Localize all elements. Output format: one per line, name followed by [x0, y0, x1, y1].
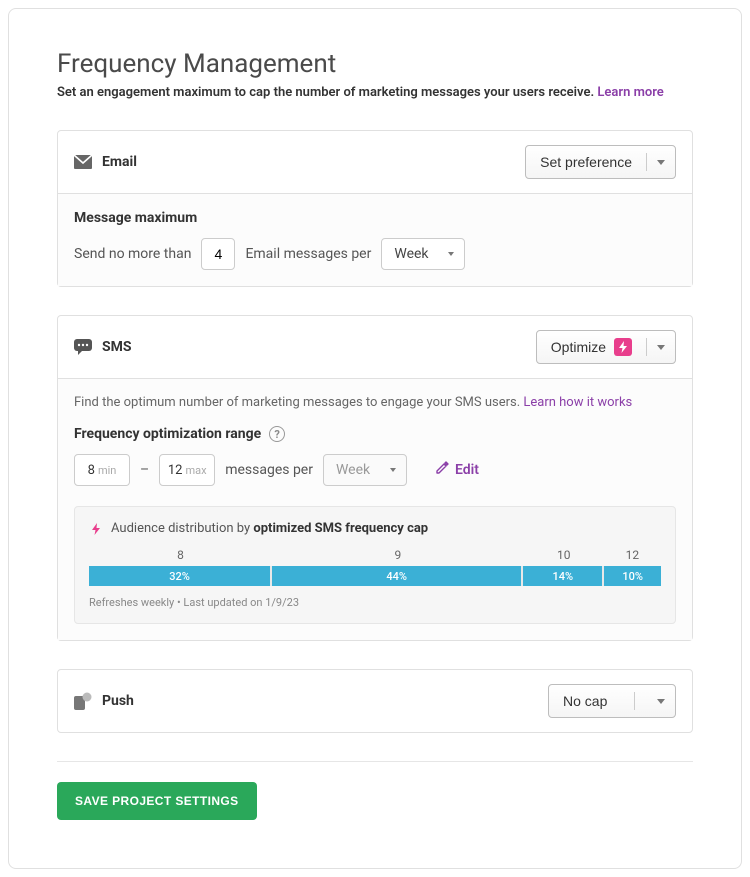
push-label: Push	[102, 693, 134, 709]
bolt-icon	[89, 522, 103, 536]
sms-panel-body: Find the optimum number of marketing mes…	[58, 379, 692, 640]
send-prefix-text: Send no more than	[74, 246, 191, 262]
sms-max-value: 12	[168, 463, 183, 478]
sms-icon	[74, 339, 92, 355]
distribution-segment: 14%	[523, 566, 602, 586]
distribution-labels: 891012	[89, 548, 661, 562]
push-panel-head: Push No cap	[58, 670, 692, 732]
chevron-down-icon	[448, 252, 454, 256]
chevron-down-icon	[657, 345, 665, 350]
push-preference-label: No cap	[563, 693, 607, 709]
sms-preference-dropdown[interactable]: Optimize	[536, 330, 676, 364]
sms-min-value: 8	[88, 463, 95, 478]
sms-label: SMS	[102, 339, 132, 355]
email-preference-dropdown[interactable]: Set preference	[525, 145, 676, 179]
distribution-bucket-label: 10	[524, 548, 604, 562]
help-icon[interactable]: ?	[269, 426, 285, 442]
sms-max-input[interactable]: 12 max	[159, 454, 215, 486]
frequency-range-label: Frequency optimization range ?	[74, 426, 676, 442]
sms-panel-title: SMS	[74, 339, 132, 355]
pencil-icon	[435, 461, 449, 479]
message-maximum-label: Message maximum	[74, 210, 676, 226]
dropdown-divider	[634, 692, 635, 710]
email-panel-title: Email	[74, 154, 137, 170]
push-panel: Push No cap	[57, 669, 693, 733]
audience-title: Audience distribution by optimized SMS f…	[89, 521, 661, 536]
sms-panel: SMS Optimize Find the optimum number of …	[57, 315, 693, 641]
save-project-settings-button[interactable]: SAVE PROJECT SETTINGS	[57, 782, 257, 820]
bolt-icon	[614, 338, 632, 356]
distribution-bar: 32%44%14%10%	[89, 566, 661, 586]
edit-label: Edit	[455, 462, 479, 478]
learn-how-link[interactable]: Learn how it works	[523, 395, 632, 410]
email-max-input[interactable]	[201, 238, 235, 270]
distribution-segment: 32%	[89, 566, 270, 586]
audience-title-prefix: Audience distribution by	[111, 521, 253, 536]
distribution-segment: 10%	[604, 566, 661, 586]
sms-period-value: Week	[336, 462, 370, 478]
sms-description-text: Find the optimum number of marketing mes…	[74, 395, 523, 410]
section-divider	[57, 761, 693, 762]
chevron-down-icon	[657, 699, 665, 704]
chevron-down-icon	[657, 160, 665, 165]
sms-description: Find the optimum number of marketing mes…	[74, 395, 676, 410]
email-panel-body: Message maximum Send no more than Email …	[58, 194, 692, 286]
subtitle-text: Set an engagement maximum to cap the num…	[57, 85, 597, 100]
distribution-segment: 44%	[272, 566, 521, 586]
sms-period-select[interactable]: Week	[323, 454, 407, 486]
dropdown-divider	[646, 338, 647, 356]
email-period-value: Week	[394, 246, 428, 262]
range-dash: –	[140, 462, 149, 478]
email-preference-label: Set preference	[540, 154, 632, 170]
distribution-bucket-label: 8	[89, 548, 272, 562]
email-panel-head: Email Set preference	[58, 131, 692, 194]
max-unit: max	[185, 464, 206, 477]
chevron-down-icon	[390, 468, 396, 472]
sms-panel-head: SMS Optimize	[58, 316, 692, 379]
distribution-bucket-label: 12	[604, 548, 661, 562]
settings-card: Frequency Management Set an engagement m…	[8, 8, 742, 869]
push-panel-title: Push	[74, 692, 134, 710]
refresh-note: Refreshes weekly • Last updated on 1/9/2…	[89, 596, 661, 609]
send-suffix-text: Email messages per	[245, 246, 371, 262]
frequency-range-text: Frequency optimization range	[74, 426, 261, 442]
email-max-row: Send no more than Email messages per Wee…	[74, 238, 676, 270]
push-preference-dropdown[interactable]: No cap	[548, 684, 676, 718]
email-panel: Email Set preference Message maximum Sen…	[57, 130, 693, 287]
learn-more-link[interactable]: Learn more	[597, 85, 663, 100]
distribution-bucket-label: 9	[272, 548, 524, 562]
push-icon	[74, 692, 92, 710]
audience-title-strong: optimized SMS frequency cap	[253, 521, 428, 536]
edit-range-button[interactable]: Edit	[435, 461, 479, 479]
sms-range-row: 8 min – 12 max messages per Week	[74, 454, 676, 486]
email-label: Email	[102, 154, 137, 170]
email-period-select[interactable]: Week	[381, 238, 465, 270]
audience-distribution-box: Audience distribution by optimized SMS f…	[74, 506, 676, 624]
sms-min-input[interactable]: 8 min	[74, 454, 130, 486]
email-icon	[74, 155, 92, 169]
min-unit: min	[98, 464, 116, 477]
page-subtitle: Set an engagement maximum to cap the num…	[57, 85, 693, 100]
range-suffix-text: messages per	[225, 462, 313, 478]
page-title: Frequency Management	[57, 49, 693, 79]
dropdown-divider	[646, 153, 647, 171]
sms-preference-label: Optimize	[551, 339, 606, 355]
